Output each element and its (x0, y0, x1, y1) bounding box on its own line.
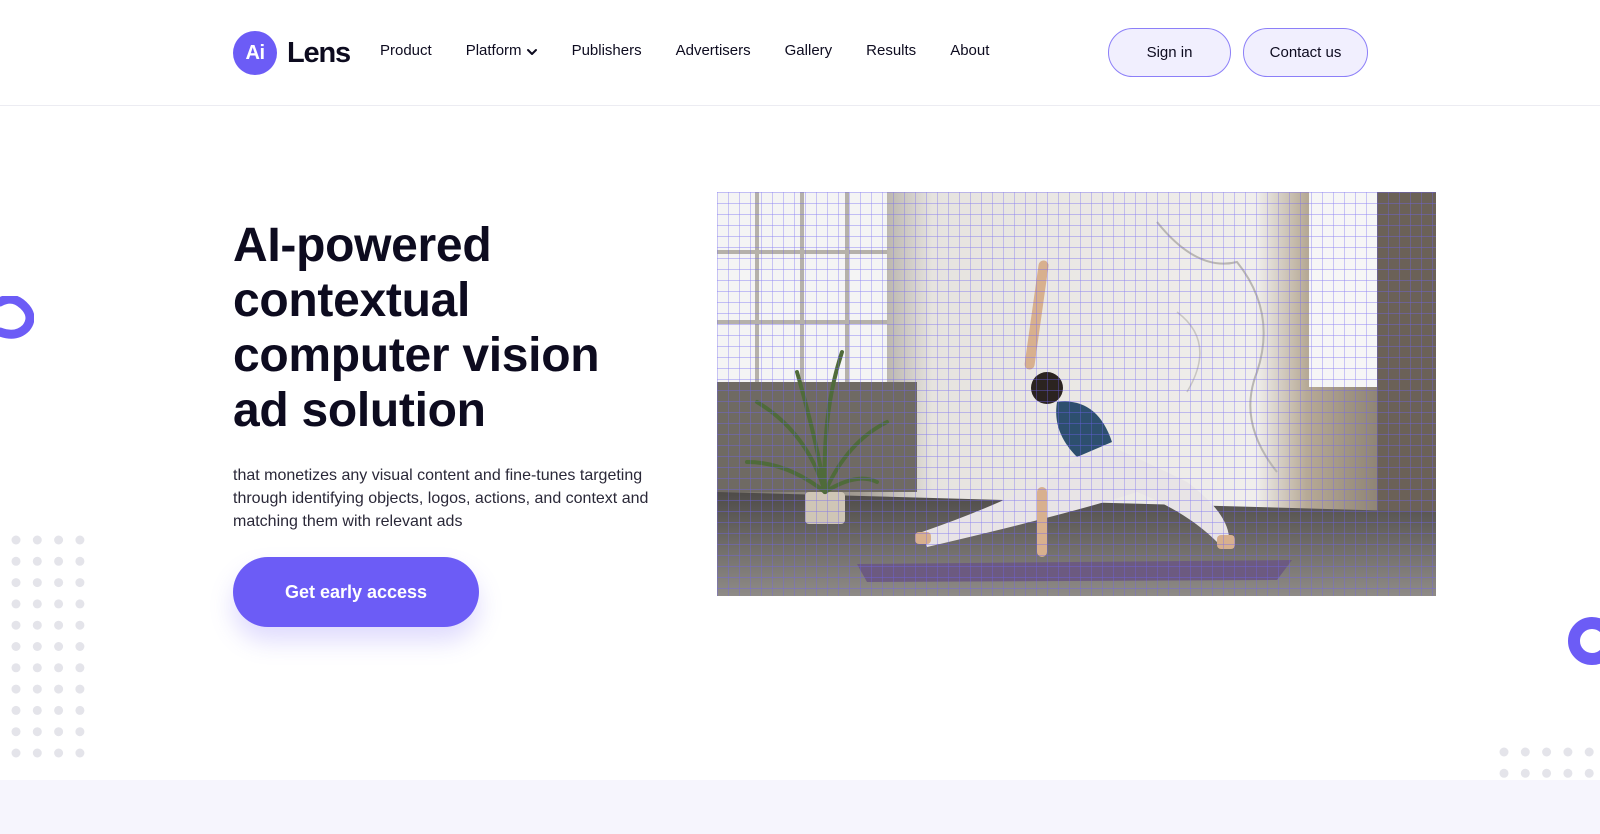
decorative-dot (54, 705, 64, 715)
hero-title-line: AI-powered (233, 219, 492, 272)
nav-item-advertisers[interactable]: Advertisers (676, 42, 751, 59)
nav-item-product[interactable]: Product (380, 42, 432, 59)
decorative-dot (11, 642, 21, 651)
decorative-dot (75, 705, 85, 715)
main-nav: Product Platform Publishers Advertisers … (380, 42, 1023, 59)
decorative-dot (32, 684, 42, 694)
yoga-scene-illustration (717, 192, 1436, 596)
get-early-access-button[interactable]: Get early access (233, 557, 479, 627)
hero-title-line: computer vision (233, 329, 600, 382)
dot-grid-left (11, 535, 85, 758)
decorative-dot (1499, 747, 1509, 757)
decorative-dot (11, 663, 21, 673)
decorative-dot (75, 535, 85, 545)
decorative-dot (1563, 747, 1573, 757)
decorative-dot (32, 599, 42, 609)
nav-item-publishers[interactable]: Publishers (572, 42, 642, 59)
nav-item-gallery[interactable]: Gallery (785, 42, 833, 59)
logo-text: Lens (287, 36, 351, 69)
decorative-dot (75, 620, 85, 630)
decorative-dot (1520, 768, 1530, 778)
decorative-dot (11, 748, 21, 758)
hero-image (717, 192, 1436, 596)
site-header: Ai Lens Product Platform Publishers Adve… (0, 0, 1600, 106)
decorative-dot (11, 578, 21, 588)
decorative-dot (75, 642, 85, 651)
decorative-dot (32, 748, 42, 758)
sign-in-button[interactable]: Sign in (1108, 28, 1231, 77)
decorative-dot (75, 727, 85, 737)
decorative-dot (75, 663, 85, 673)
decorative-dot (54, 578, 64, 588)
decorative-dot (54, 748, 64, 758)
decorative-dot (54, 599, 64, 609)
decorative-dot (54, 642, 64, 651)
decorative-dot (11, 599, 21, 609)
decorative-dot (1542, 768, 1552, 778)
decorative-dot (75, 748, 85, 758)
chevron-down-icon (526, 45, 538, 57)
nav-item-results[interactable]: Results (866, 42, 916, 59)
hero-title: AI-powered contextual computer vision ad… (233, 218, 673, 438)
decorative-dot (75, 556, 85, 566)
decorative-dot (1499, 768, 1509, 778)
decorative-dot (11, 556, 21, 566)
hero-title-line: contextual (233, 274, 471, 327)
decorative-dot (54, 684, 64, 694)
decorative-dot (32, 663, 42, 673)
decorative-dot (75, 578, 85, 588)
decorative-dot (32, 556, 42, 566)
decorative-dot (75, 684, 85, 694)
decorative-dot (75, 599, 85, 609)
logo[interactable]: Ai Lens (233, 31, 351, 75)
nav-item-platform[interactable]: Platform (466, 42, 538, 59)
decorative-dot (1584, 747, 1594, 757)
next-section-band (0, 780, 1600, 834)
decorative-dot (32, 578, 42, 588)
decorative-dot (11, 620, 21, 630)
decorative-dot (54, 535, 64, 545)
decorative-dot (11, 727, 21, 737)
decorative-ring-right (1568, 617, 1600, 665)
decorative-dot (32, 705, 42, 715)
decorative-shape-left (0, 296, 34, 339)
decorative-dot (54, 727, 64, 737)
hero-subtitle: that monetizes any visual content and fi… (233, 467, 649, 530)
decorative-dot (32, 642, 42, 651)
decorative-dot (1563, 768, 1573, 778)
nav-item-platform-label: Platform (465, 42, 522, 59)
decorative-dot (54, 663, 64, 673)
decorative-dot (1542, 747, 1552, 757)
decorative-dot (11, 684, 21, 694)
nav-item-about[interactable]: About (950, 42, 989, 59)
logo-badge: Ai (233, 31, 277, 75)
decorative-dot (32, 620, 42, 630)
decorative-dot (1584, 768, 1594, 778)
decorative-dot (11, 705, 21, 715)
decorative-dot (54, 556, 64, 566)
decorative-dot (1520, 747, 1530, 757)
decorative-dot (32, 727, 42, 737)
contact-us-button[interactable]: Contact us (1243, 28, 1368, 77)
decorative-dot (54, 620, 64, 630)
hero-title-line: ad solution (233, 384, 486, 437)
decorative-dot (11, 535, 21, 545)
decorative-dot (32, 535, 42, 545)
